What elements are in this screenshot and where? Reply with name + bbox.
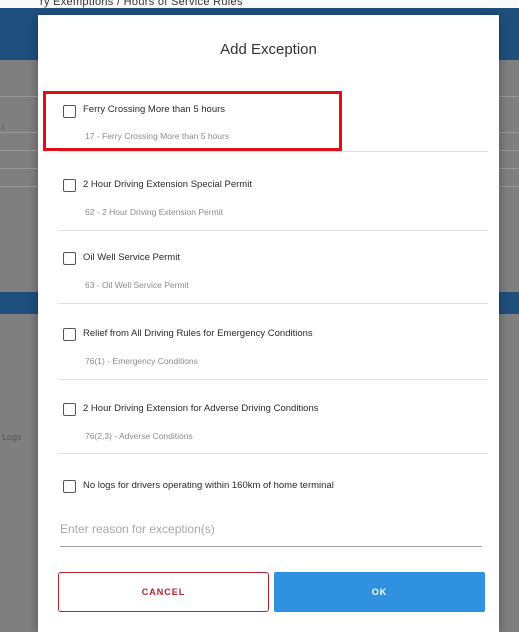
app-bar-edge: ry Exemptions / Hours of Service Rules: [0, 0, 519, 8]
option-code: 62 - 2 Hour Driving Extension Permit: [85, 207, 223, 217]
option-label: 2 Hour Driving Extension Special Permit: [83, 179, 252, 190]
background-text: i: [2, 122, 4, 132]
dialog-title: Add Exception: [220, 41, 317, 58]
checkbox-unchecked-icon[interactable]: [63, 403, 76, 416]
highlight-box: [43, 91, 342, 151]
option-code: 76(1) - Emergency Conditions: [85, 356, 198, 366]
exception-option-2hr-special-permit[interactable]: 2 Hour Driving Extension Special Permit …: [58, 169, 488, 231]
background-text: Logs: [2, 432, 22, 442]
option-code: 76(2,3) - Adverse Conditions: [85, 431, 193, 441]
cancel-button[interactable]: CANCEL: [58, 572, 269, 612]
ok-button[interactable]: OK: [274, 572, 485, 612]
exception-option-adverse-conditions[interactable]: 2 Hour Driving Extension for Adverse Dri…: [58, 393, 488, 454]
checkbox-unchecked-icon[interactable]: [63, 179, 76, 192]
checkbox-unchecked-icon[interactable]: [63, 328, 76, 341]
option-label: Relief from All Driving Rules for Emerge…: [83, 328, 313, 339]
exception-option-oil-well[interactable]: Oil Well Service Permit 63 - Oil Well Se…: [58, 243, 488, 304]
checkbox-unchecked-icon[interactable]: [63, 480, 76, 493]
checkbox-unchecked-icon[interactable]: [63, 252, 76, 265]
option-label: No logs for drivers operating within 160…: [83, 480, 334, 491]
exception-option-160km-radius[interactable]: No logs for drivers operating within 160…: [58, 473, 488, 503]
option-label: 2 Hour Driving Extension for Adverse Dri…: [83, 403, 319, 414]
option-label: Oil Well Service Permit: [83, 252, 180, 263]
exception-reason-input[interactable]: [60, 512, 482, 547]
background-caption: ry Exemptions / Hours of Service Rules: [40, 0, 243, 8]
exception-option-emergency-conditions[interactable]: Relief from All Driving Rules for Emerge…: [58, 319, 488, 380]
option-code: 63 - Oil Well Service Permit: [85, 280, 189, 290]
